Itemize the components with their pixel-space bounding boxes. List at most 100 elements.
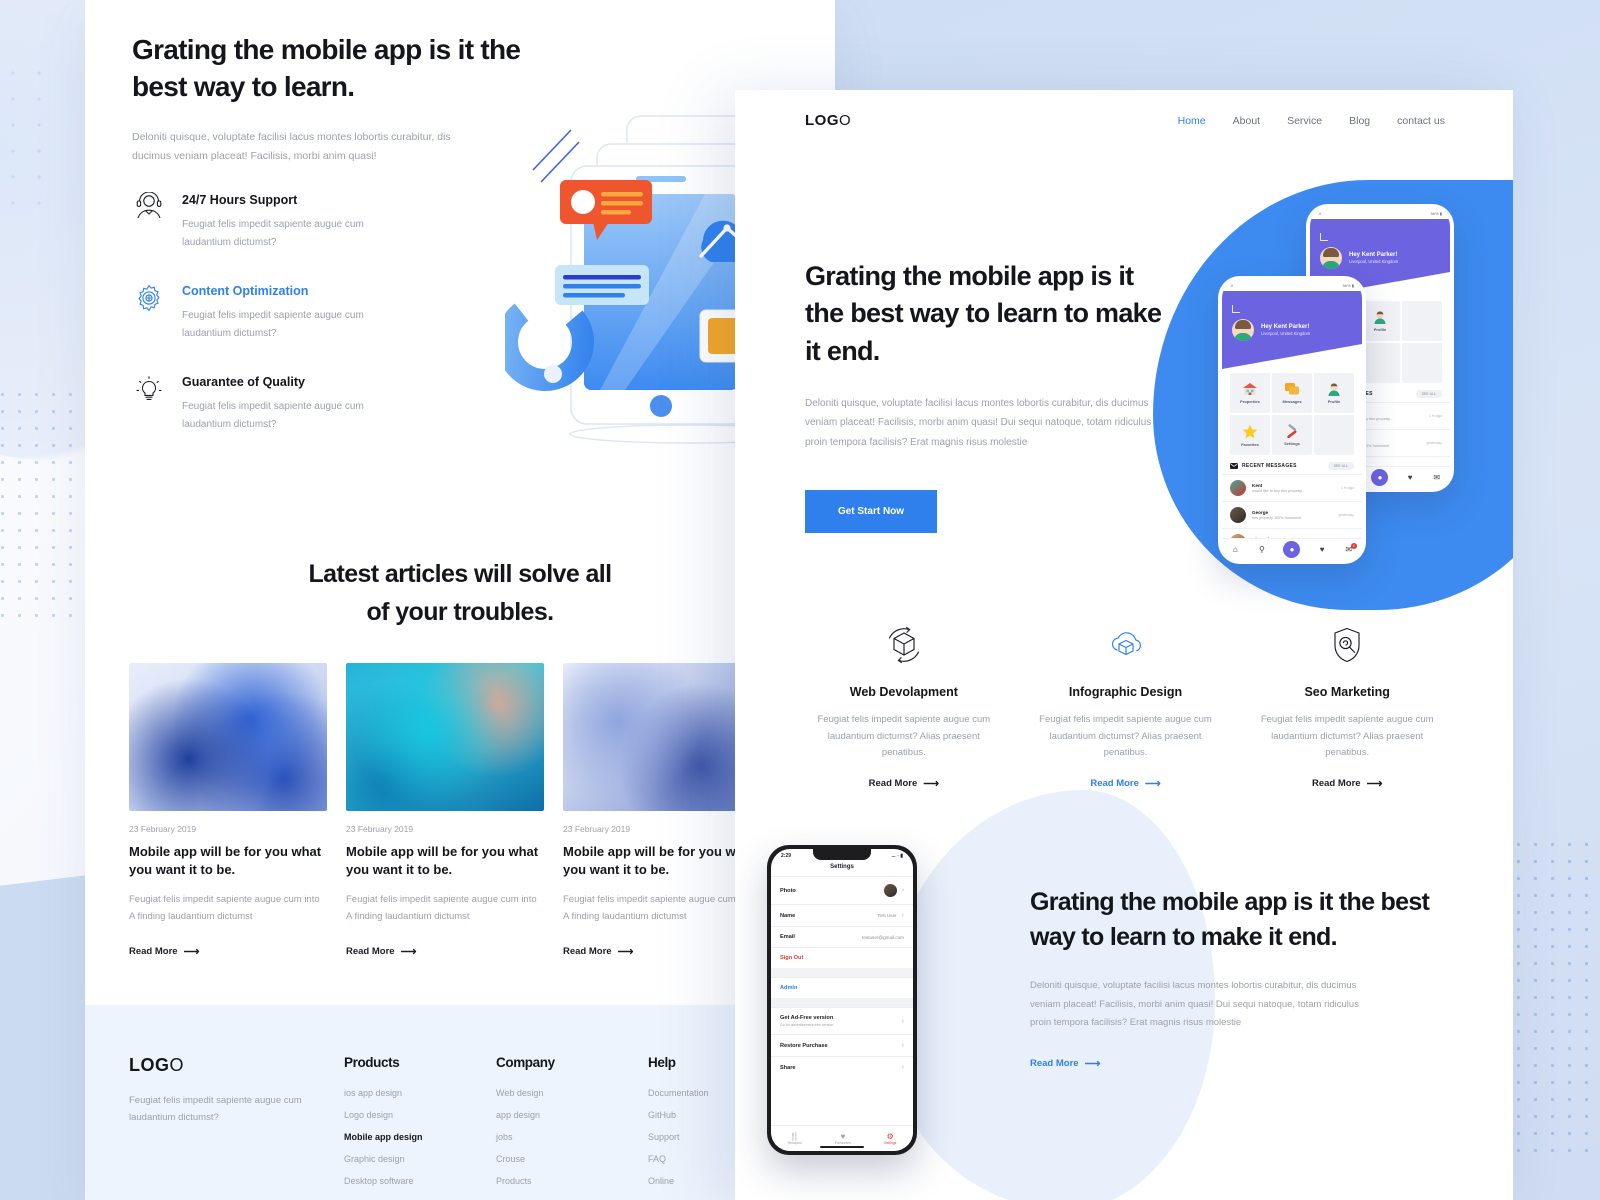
nav-item-home[interactable]: Home <box>1178 115 1206 127</box>
row-label: Share <box>780 1064 796 1071</box>
tile-label: Favorites <box>1241 441 1259 447</box>
footer-link[interactable]: Products <box>496 1176 648 1186</box>
row-label: Sign Out <box>780 955 804 961</box>
settings-row-name[interactable]: Name Test User › <box>771 904 913 926</box>
back-arrow-icon[interactable] <box>1232 305 1240 313</box>
footer-link[interactable]: ios app design <box>344 1088 496 1098</box>
feature-item-quality[interactable]: Guarantee of Quality Feugiat felis imped… <box>132 372 532 433</box>
phone-tab-bar: ⌂ ⚲ ● ♥ ✉ 4 <box>1222 538 1362 560</box>
see-all-button[interactable]: SEE ALL <box>1327 462 1354 470</box>
footer-link[interactable]: Crouse <box>496 1154 648 1164</box>
row-label: Email <box>780 934 795 940</box>
tile-profile[interactable]: Profile <box>1314 373 1354 413</box>
service-card-seo-marketing[interactable]: Seo Marketing Feugiat felis impedit sapi… <box>1236 620 1458 791</box>
tab-settings[interactable]: ⚙ Settings <box>884 1132 896 1145</box>
footer-logo-main: LOG <box>129 1055 170 1075</box>
footer-link[interactable]: Desktop software <box>344 1176 496 1186</box>
footer-link[interactable]: Web design <box>496 1088 648 1098</box>
tab-notifications-icon[interactable]: ✉ 4 <box>1344 542 1357 555</box>
read-more-label: Read More <box>1030 1057 1079 1069</box>
tile-empty <box>1314 415 1354 455</box>
article-read-more-link[interactable]: Read More ⟶ <box>129 945 199 958</box>
tile-properties[interactable]: Properties <box>1230 373 1270 413</box>
tab-favourites[interactable]: ♥ Favourites <box>835 1132 851 1145</box>
settings-row-sign-out[interactable]: Sign Out <box>771 947 913 968</box>
message-row[interactable]: Kentwould like to buy this property.. 1 … <box>1222 474 1362 501</box>
article-card[interactable]: 23 February 2019 Mobile app will be for … <box>129 663 327 959</box>
tab-search-icon[interactable]: ⚲ <box>1257 545 1267 555</box>
tab-label: Settings <box>884 1141 897 1145</box>
footer-link[interactable]: Graphic design <box>344 1154 496 1164</box>
service-read-more-link[interactable]: Read More ⟶ <box>1312 777 1382 790</box>
service-read-more-link[interactable]: Read More ⟶ <box>1090 777 1160 790</box>
tile-favorites[interactable]: Favorites <box>1230 415 1270 455</box>
footer-column-title: Company <box>496 1055 555 1070</box>
read-more-label: Read More <box>346 946 395 958</box>
settings-row-share[interactable]: Share › <box>771 1056 913 1078</box>
nav-item-contact-us[interactable]: contact us <box>1397 115 1445 127</box>
footer-link[interactable]: Logo design <box>344 1110 496 1120</box>
tab-favorites-icon[interactable]: ♥ <box>1405 473 1415 483</box>
tab-notifications-icon[interactable]: ✉ <box>1432 473 1442 483</box>
article-date: 23 February 2019 <box>563 824 631 834</box>
box-rotate-icon <box>805 620 1003 670</box>
article-read-more-link[interactable]: Read More ⟶ <box>563 945 633 958</box>
article-card[interactable]: 23 February 2019 Mobile app will be for … <box>346 663 544 959</box>
dot-pattern-top-left <box>0 60 60 210</box>
bottom-read-more-link[interactable]: Read More ⟶ <box>1030 1057 1100 1070</box>
feature-item-support[interactable]: 24/7 Hours Support Feugiat felis impedit… <box>132 190 532 251</box>
service-desc: Feugiat felis impedit sapiente augue cum… <box>817 714 991 759</box>
status-time: 2:29 <box>781 853 792 859</box>
tab-home-icon[interactable]: ⌂ <box>1230 545 1240 555</box>
fork-knife-icon: 🍴 <box>789 1132 800 1141</box>
article-date: 23 February 2019 <box>129 824 197 834</box>
nav-logo[interactable]: LOGO <box>805 112 851 129</box>
settings-row-admin[interactable]: Admin <box>771 977 913 998</box>
phone-app-header: Hey Kent Parker! Liverpool, United Kingd… <box>1222 291 1362 369</box>
service-card-infographic-design[interactable]: Infographic Design Feugiat felis impedit… <box>1015 620 1237 791</box>
feature-title: Guarantee of Quality <box>182 375 305 389</box>
article-thumbnail <box>563 663 761 811</box>
nav-item-blog[interactable]: Blog <box>1349 115 1370 127</box>
nav-item-about[interactable]: About <box>1233 115 1260 127</box>
tile-profile[interactable]: Profile <box>1360 301 1400 341</box>
settings-row-restore-purchase[interactable]: Restore Purchase › <box>771 1034 913 1056</box>
footer-logo[interactable]: LOGO <box>129 1055 344 1076</box>
get-start-now-button[interactable]: Get Start Now <box>805 490 937 534</box>
footer-link[interactable]: jobs <box>496 1132 648 1142</box>
article-title: Mobile app will be for you what you want… <box>563 844 756 878</box>
tab-profile-icon[interactable]: ● <box>1371 469 1389 486</box>
tile-messages[interactable]: Messages <box>1272 373 1312 413</box>
feature-title: 24/7 Hours Support <box>182 193 298 207</box>
shield-search-icon <box>1248 620 1446 670</box>
avatar <box>883 884 897 897</box>
back-arrow-icon[interactable] <box>1320 233 1328 241</box>
avatar <box>1232 319 1254 341</box>
feature-item-content-optimization[interactable]: Content Optimization Feugiat felis imped… <box>132 281 532 342</box>
settings-row-email[interactable]: Email testuser@gmail.com <box>771 926 913 947</box>
tab-recepies[interactable]: 🍴 Recepies <box>788 1132 802 1145</box>
nav-logo-main: LOG <box>805 112 839 129</box>
nav-item-service[interactable]: Service <box>1287 115 1322 127</box>
tab-favorites-icon[interactable]: ♥ <box>1317 545 1327 555</box>
footer-link[interactable]: app design <box>496 1110 648 1120</box>
tab-profile-icon[interactable]: ● <box>1283 541 1301 558</box>
left-hero: Grating the mobile app is it the best wa… <box>132 32 552 167</box>
article-card[interactable]: 23 February 2019 Mobile app will be for … <box>563 663 761 959</box>
message-name: George <box>1252 510 1269 515</box>
service-read-more-link[interactable]: Read More ⟶ <box>869 777 939 790</box>
service-card-web-development[interactable]: Web Devolapment Feugiat felis impedit sa… <box>793 620 1015 791</box>
settings-row-ad-free[interactable]: Get Ad-Free version Go for advertisement… <box>771 1007 913 1034</box>
footer-link[interactable]: Mobile app design <box>344 1132 496 1142</box>
article-read-more-link[interactable]: Read More ⟶ <box>346 945 416 958</box>
settings-row-photo[interactable]: Photo › <box>771 876 913 904</box>
right-hero: Grating the mobile app is it the best wa… <box>805 258 1175 534</box>
row-label: Restore Purchase <box>780 1042 828 1049</box>
tile-settings[interactable]: Settings <box>1272 415 1312 455</box>
see-all-button[interactable]: SEE ALL <box>1415 390 1442 398</box>
bottom-section: Grating the mobile app is it the best wa… <box>1030 885 1430 1071</box>
settings-section-divider <box>771 968 913 977</box>
service-desc: Feugiat felis impedit sapiente augue cum… <box>1260 714 1434 759</box>
message-row[interactable]: Georgethis property 100% furnished! yest… <box>1222 501 1362 528</box>
message-text: this property 100% furnished! <box>1252 516 1302 520</box>
